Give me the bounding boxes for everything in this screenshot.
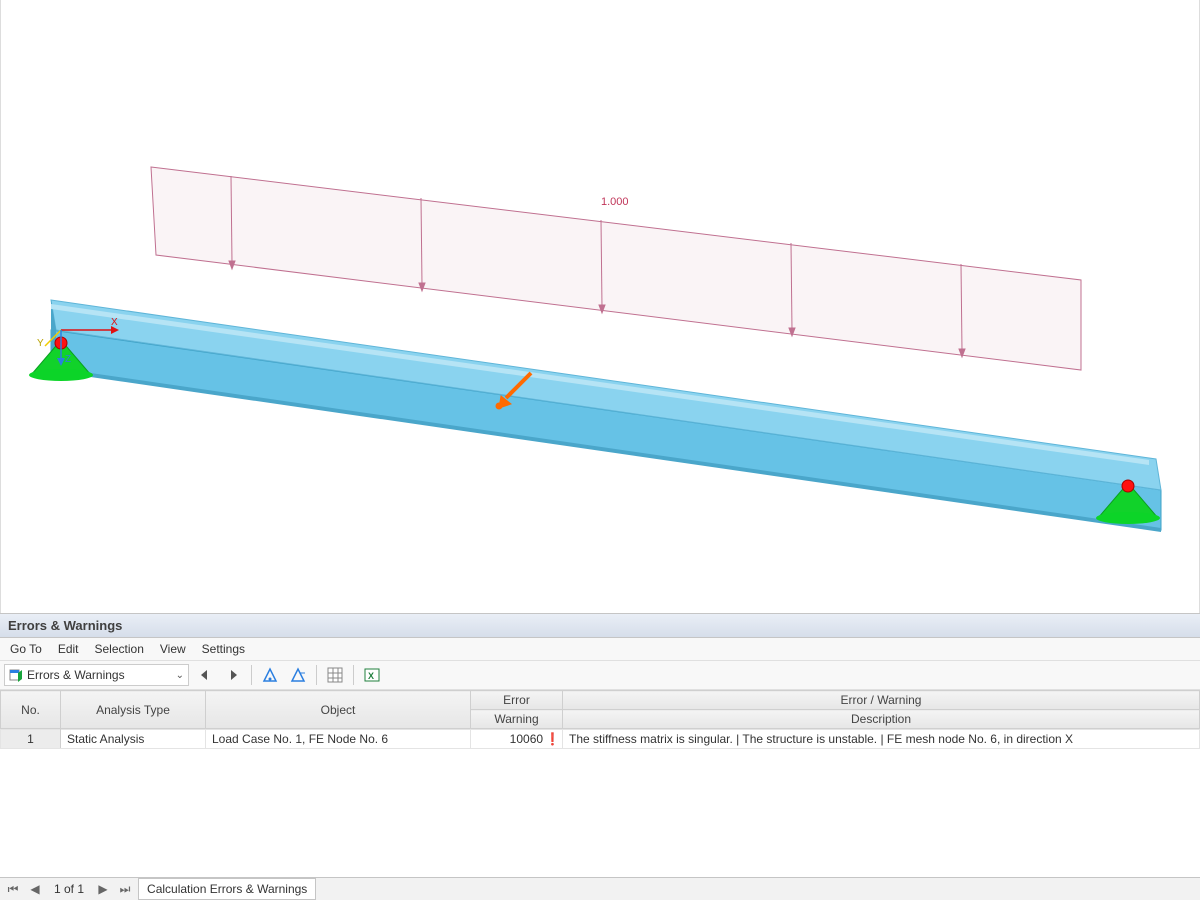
prev-button[interactable]	[193, 663, 217, 687]
col-analysis-type[interactable]: Analysis Type	[61, 691, 206, 729]
menu-goto[interactable]: Go To	[4, 640, 48, 658]
find-in-model-button[interactable]	[258, 663, 282, 687]
chevron-down-icon: ⌄	[176, 670, 184, 681]
svg-text:X: X	[111, 317, 118, 328]
panel-menubar: Go To Edit Selection View Settings	[0, 638, 1200, 661]
panel-title: Errors & Warnings	[0, 614, 1200, 638]
col-description-sub[interactable]: Description	[563, 710, 1200, 729]
errors-table[interactable]: No. Analysis Type Object Error Error / W…	[0, 690, 1200, 877]
col-no[interactable]: No.	[1, 691, 61, 729]
find-next-in-model-button[interactable]	[286, 663, 310, 687]
cell-description: The stiffness matrix is singular. | The …	[563, 730, 1200, 749]
menu-edit[interactable]: Edit	[52, 640, 85, 658]
next-button[interactable]	[221, 663, 245, 687]
col-error[interactable]: Error	[471, 691, 563, 710]
error-flag-icon: ❗	[545, 732, 560, 746]
menu-view[interactable]: View	[154, 640, 192, 658]
page-last-button[interactable]: ⏭	[116, 880, 134, 898]
errors-warnings-panel: Errors & Warnings Go To Edit Selection V…	[0, 613, 1200, 900]
col-description[interactable]: Error / Warning	[563, 691, 1200, 710]
page-first-button[interactable]: ⏮	[4, 880, 22, 898]
panel-statusbar: ⏮ ◀ 1 of 1 ▶ ⏭ Calculation Errors & Warn…	[0, 877, 1200, 900]
cell-analysis-type: Static Analysis	[61, 730, 206, 749]
panel-selector-dropdown[interactable]: Errors & Warnings ⌄	[4, 664, 189, 686]
report-icon	[9, 668, 23, 682]
menu-selection[interactable]: Selection	[89, 640, 150, 658]
load-value-label: 1.000	[601, 196, 629, 208]
cell-object: Load Case No. 1, FE Node No. 6	[206, 730, 471, 749]
model-viewport[interactable]: X Y Z 1.000	[0, 0, 1200, 613]
menu-settings[interactable]: Settings	[196, 640, 251, 658]
svg-text:X: X	[368, 671, 374, 681]
page-indicator: 1 of 1	[48, 882, 90, 896]
table-row[interactable]: 1 Static Analysis Load Case No. 1, FE No…	[1, 730, 1200, 749]
svg-text:Y: Y	[37, 338, 44, 349]
dropdown-label: Errors & Warnings	[27, 668, 125, 682]
page-prev-button[interactable]: ◀	[26, 880, 44, 898]
cell-error-code: 10060❗	[471, 730, 563, 749]
svg-text:Z: Z	[65, 354, 71, 365]
export-excel-button[interactable]: X	[360, 663, 384, 687]
cell-no: 1	[1, 730, 61, 749]
col-object[interactable]: Object	[206, 691, 471, 729]
tab-calculation-errors[interactable]: Calculation Errors & Warnings	[138, 878, 316, 900]
grid-settings-button[interactable]	[323, 663, 347, 687]
col-warning[interactable]: Warning	[471, 710, 563, 729]
panel-toolbar: Errors & Warnings ⌄ X	[0, 661, 1200, 690]
page-next-button[interactable]: ▶	[94, 880, 112, 898]
